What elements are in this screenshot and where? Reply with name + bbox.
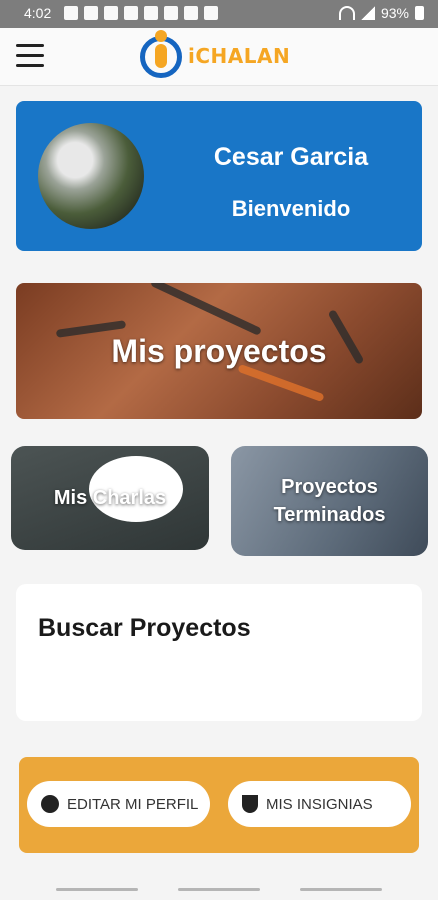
nav-home[interactable] — [178, 888, 260, 891]
battery-level: 93% — [380, 5, 409, 21]
status-bar: 4:02 93% — [0, 0, 438, 28]
nav-back[interactable] — [300, 888, 382, 891]
screen-icon — [104, 6, 118, 20]
bag-icon — [204, 6, 218, 20]
my-projects-card[interactable]: Mis proyectos — [16, 283, 422, 419]
action-bar: EDITAR MI PERFIL MIS INSIGNIAS — [19, 757, 419, 853]
my-badges-label: MIS INSIGNIAS — [266, 795, 373, 813]
welcome-text: Bienvenido — [231, 196, 351, 221]
app-bar: iCHALAN — [0, 28, 438, 86]
message-icon — [124, 6, 138, 20]
avatar — [38, 123, 144, 229]
profile-card[interactable]: Cesar Garcia Bienvenido — [16, 101, 422, 251]
finished-projects-card[interactable]: Proyectos Terminados — [231, 446, 428, 556]
logo-person-icon — [155, 30, 167, 42]
wifi-icon — [338, 6, 355, 20]
nav-recents[interactable] — [56, 888, 138, 891]
mail-icon — [64, 6, 78, 20]
globe-icon — [41, 795, 59, 813]
edit-profile-label: EDITAR MI PERFIL — [67, 795, 199, 813]
notification-icons — [64, 6, 218, 20]
search-projects-title: Buscar Proyectos — [38, 614, 251, 642]
system-nav-bar — [0, 880, 438, 900]
my-chats-card[interactable]: Mis Charlas — [11, 446, 209, 550]
shazam-icon — [144, 6, 158, 20]
app-logo: iCHALAN — [140, 30, 310, 82]
my-badges-button[interactable]: MIS INSIGNIAS — [228, 781, 411, 827]
finished-projects-label: Proyectos Terminados — [273, 476, 386, 526]
battery-icon — [415, 6, 424, 20]
person-icon — [164, 6, 178, 20]
search-projects-panel[interactable]: Buscar Proyectos — [16, 584, 422, 721]
status-time: 4:02 — [24, 5, 52, 21]
eye-icon — [84, 6, 98, 20]
system-icons: 93% — [338, 5, 424, 21]
hamburger-menu-icon[interactable] — [16, 44, 44, 68]
my-projects-label: Mis proyectos — [111, 332, 327, 369]
user-name: Cesar Garcia — [213, 143, 369, 171]
logo-text: iCHALAN — [188, 44, 291, 68]
signal-icon — [360, 6, 375, 20]
my-chats-label: Mis Charlas — [53, 486, 167, 509]
image-icon — [184, 6, 198, 20]
edit-profile-button[interactable]: EDITAR MI PERFIL — [27, 781, 210, 827]
medal-icon — [242, 795, 258, 813]
